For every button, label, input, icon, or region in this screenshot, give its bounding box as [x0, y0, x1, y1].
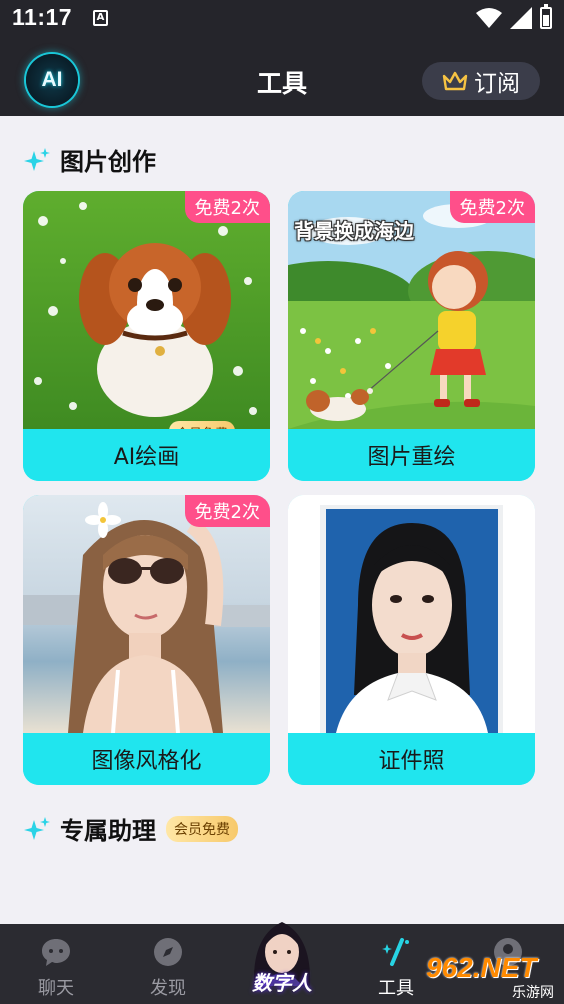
- status-time: 11:17: [12, 4, 73, 30]
- member-free-badge: 会员免费: [166, 815, 238, 842]
- signal-icon: [510, 7, 532, 29]
- section-title-assistant: 专属助理 会员免费: [24, 811, 238, 846]
- nav-item-digital-human[interactable]: 数字人: [232, 916, 332, 1004]
- card-label: AI绘画: [23, 429, 270, 481]
- status-bar: 11:17 A: [0, 0, 564, 36]
- section-title-image-creation: 图片创作: [24, 142, 156, 177]
- compass-icon: [154, 938, 182, 966]
- card-image-redraw[interactable]: 背景换成海边 免费2次 图片重绘: [288, 191, 535, 481]
- crown-icon: [442, 71, 468, 91]
- prompt-overlay-text: 背景换成海边: [294, 219, 414, 243]
- free-trial-badge: 免费2次: [449, 191, 535, 223]
- section-title-text: 专属助理: [60, 817, 156, 845]
- subscribe-label: 订阅: [474, 71, 520, 97]
- card-image-beach-girl: [23, 495, 270, 733]
- card-id-photo[interactable]: 证件照: [288, 495, 535, 785]
- free-trial-badge: 免费2次: [184, 191, 270, 223]
- watermark-sub: 乐游网: [512, 985, 554, 1001]
- nav-item-chat[interactable]: 聊天: [6, 924, 106, 1004]
- section-title-text: 图片创作: [60, 148, 156, 176]
- subscribe-button[interactable]: 订阅: [422, 62, 540, 100]
- chat-icon: [42, 939, 70, 966]
- nav-item-discover[interactable]: 发现: [118, 924, 218, 1004]
- sparkle-icon: [24, 147, 50, 171]
- card-image-stylize[interactable]: 免费2次 图像风格化: [23, 495, 270, 785]
- nav-label: 聊天: [38, 978, 74, 999]
- battery-icon: [540, 4, 552, 29]
- free-trial-badge: 免费2次: [184, 495, 270, 527]
- header: AI 工具 订阅: [0, 36, 564, 116]
- notification-icon: A: [93, 10, 108, 26]
- wifi-icon: [476, 8, 502, 28]
- sparkle-icon: [24, 816, 50, 840]
- nav-label: 工具: [378, 978, 414, 999]
- card-label: 图像风格化: [23, 733, 270, 785]
- watermark-main: 962.NET: [426, 952, 537, 983]
- card-label: 图片重绘: [288, 429, 535, 481]
- card-image-id-photo: [288, 495, 535, 733]
- tools-icon: [382, 938, 409, 966]
- digital-human-label: 数字人: [252, 971, 312, 995]
- watermark: 962.NET 乐游网: [426, 952, 558, 1002]
- card-ai-painting[interactable]: 免费2次 会员免费 AI绘画: [23, 191, 270, 481]
- top-bar: 11:17 A AI 工具 订阅: [0, 0, 564, 116]
- nav-label: 发现: [150, 978, 186, 999]
- card-label: 证件照: [288, 733, 535, 785]
- card-image-dog: [23, 191, 270, 429]
